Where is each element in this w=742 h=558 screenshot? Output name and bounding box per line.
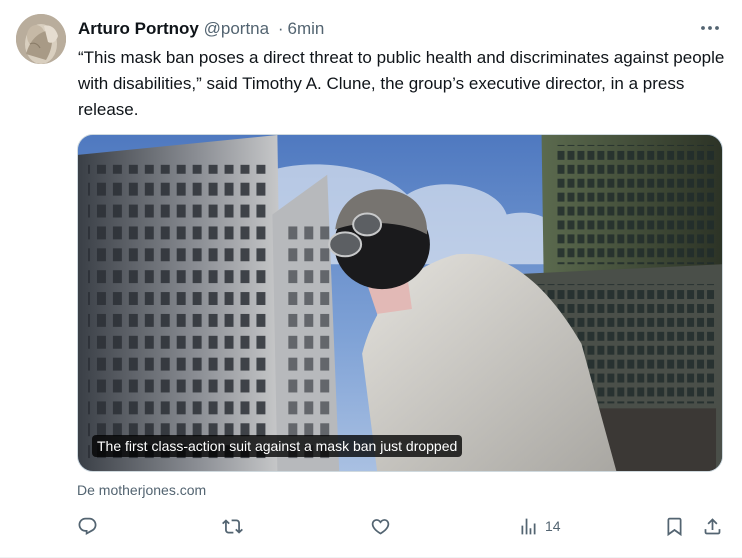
display-name[interactable]: Arturo Portnoy — [78, 19, 199, 38]
share-button[interactable] — [702, 512, 723, 540]
action-bar: 14 — [77, 512, 727, 540]
avatar-image — [16, 14, 66, 64]
views-count: 14 — [545, 518, 561, 534]
retweet-button[interactable] — [222, 512, 243, 540]
link-source[interactable]: De motherjones.com — [77, 480, 206, 500]
media-image — [78, 135, 722, 471]
reply-button[interactable] — [77, 512, 98, 540]
tweet-card: Arturo Portnoy @portna · 6min “This mask … — [0, 0, 742, 558]
like-button[interactable] — [370, 512, 391, 540]
share-icon — [702, 516, 723, 537]
views-button[interactable]: 14 — [518, 512, 561, 540]
bookmark-icon — [664, 516, 685, 537]
avatar[interactable] — [16, 14, 66, 64]
bookmark-button[interactable] — [664, 512, 685, 540]
user-handle[interactable]: @portna — [204, 19, 269, 38]
timestamp[interactable]: 6min — [288, 19, 325, 38]
more-options-icon[interactable] — [698, 16, 722, 40]
heart-icon — [370, 516, 391, 537]
tweet-text: “This mask ban poses a direct threat to … — [78, 48, 725, 119]
views-bar-icon — [518, 516, 539, 537]
separator-dot: · — [277, 19, 284, 38]
media-caption: The first class-action suit against a ma… — [92, 435, 463, 457]
tweet-header: Arturo Portnoy @portna · 6min — [78, 18, 324, 40]
reply-icon — [77, 516, 98, 537]
media-card[interactable]: The first class-action suit against a ma… — [77, 134, 723, 472]
retweet-icon — [222, 516, 243, 537]
